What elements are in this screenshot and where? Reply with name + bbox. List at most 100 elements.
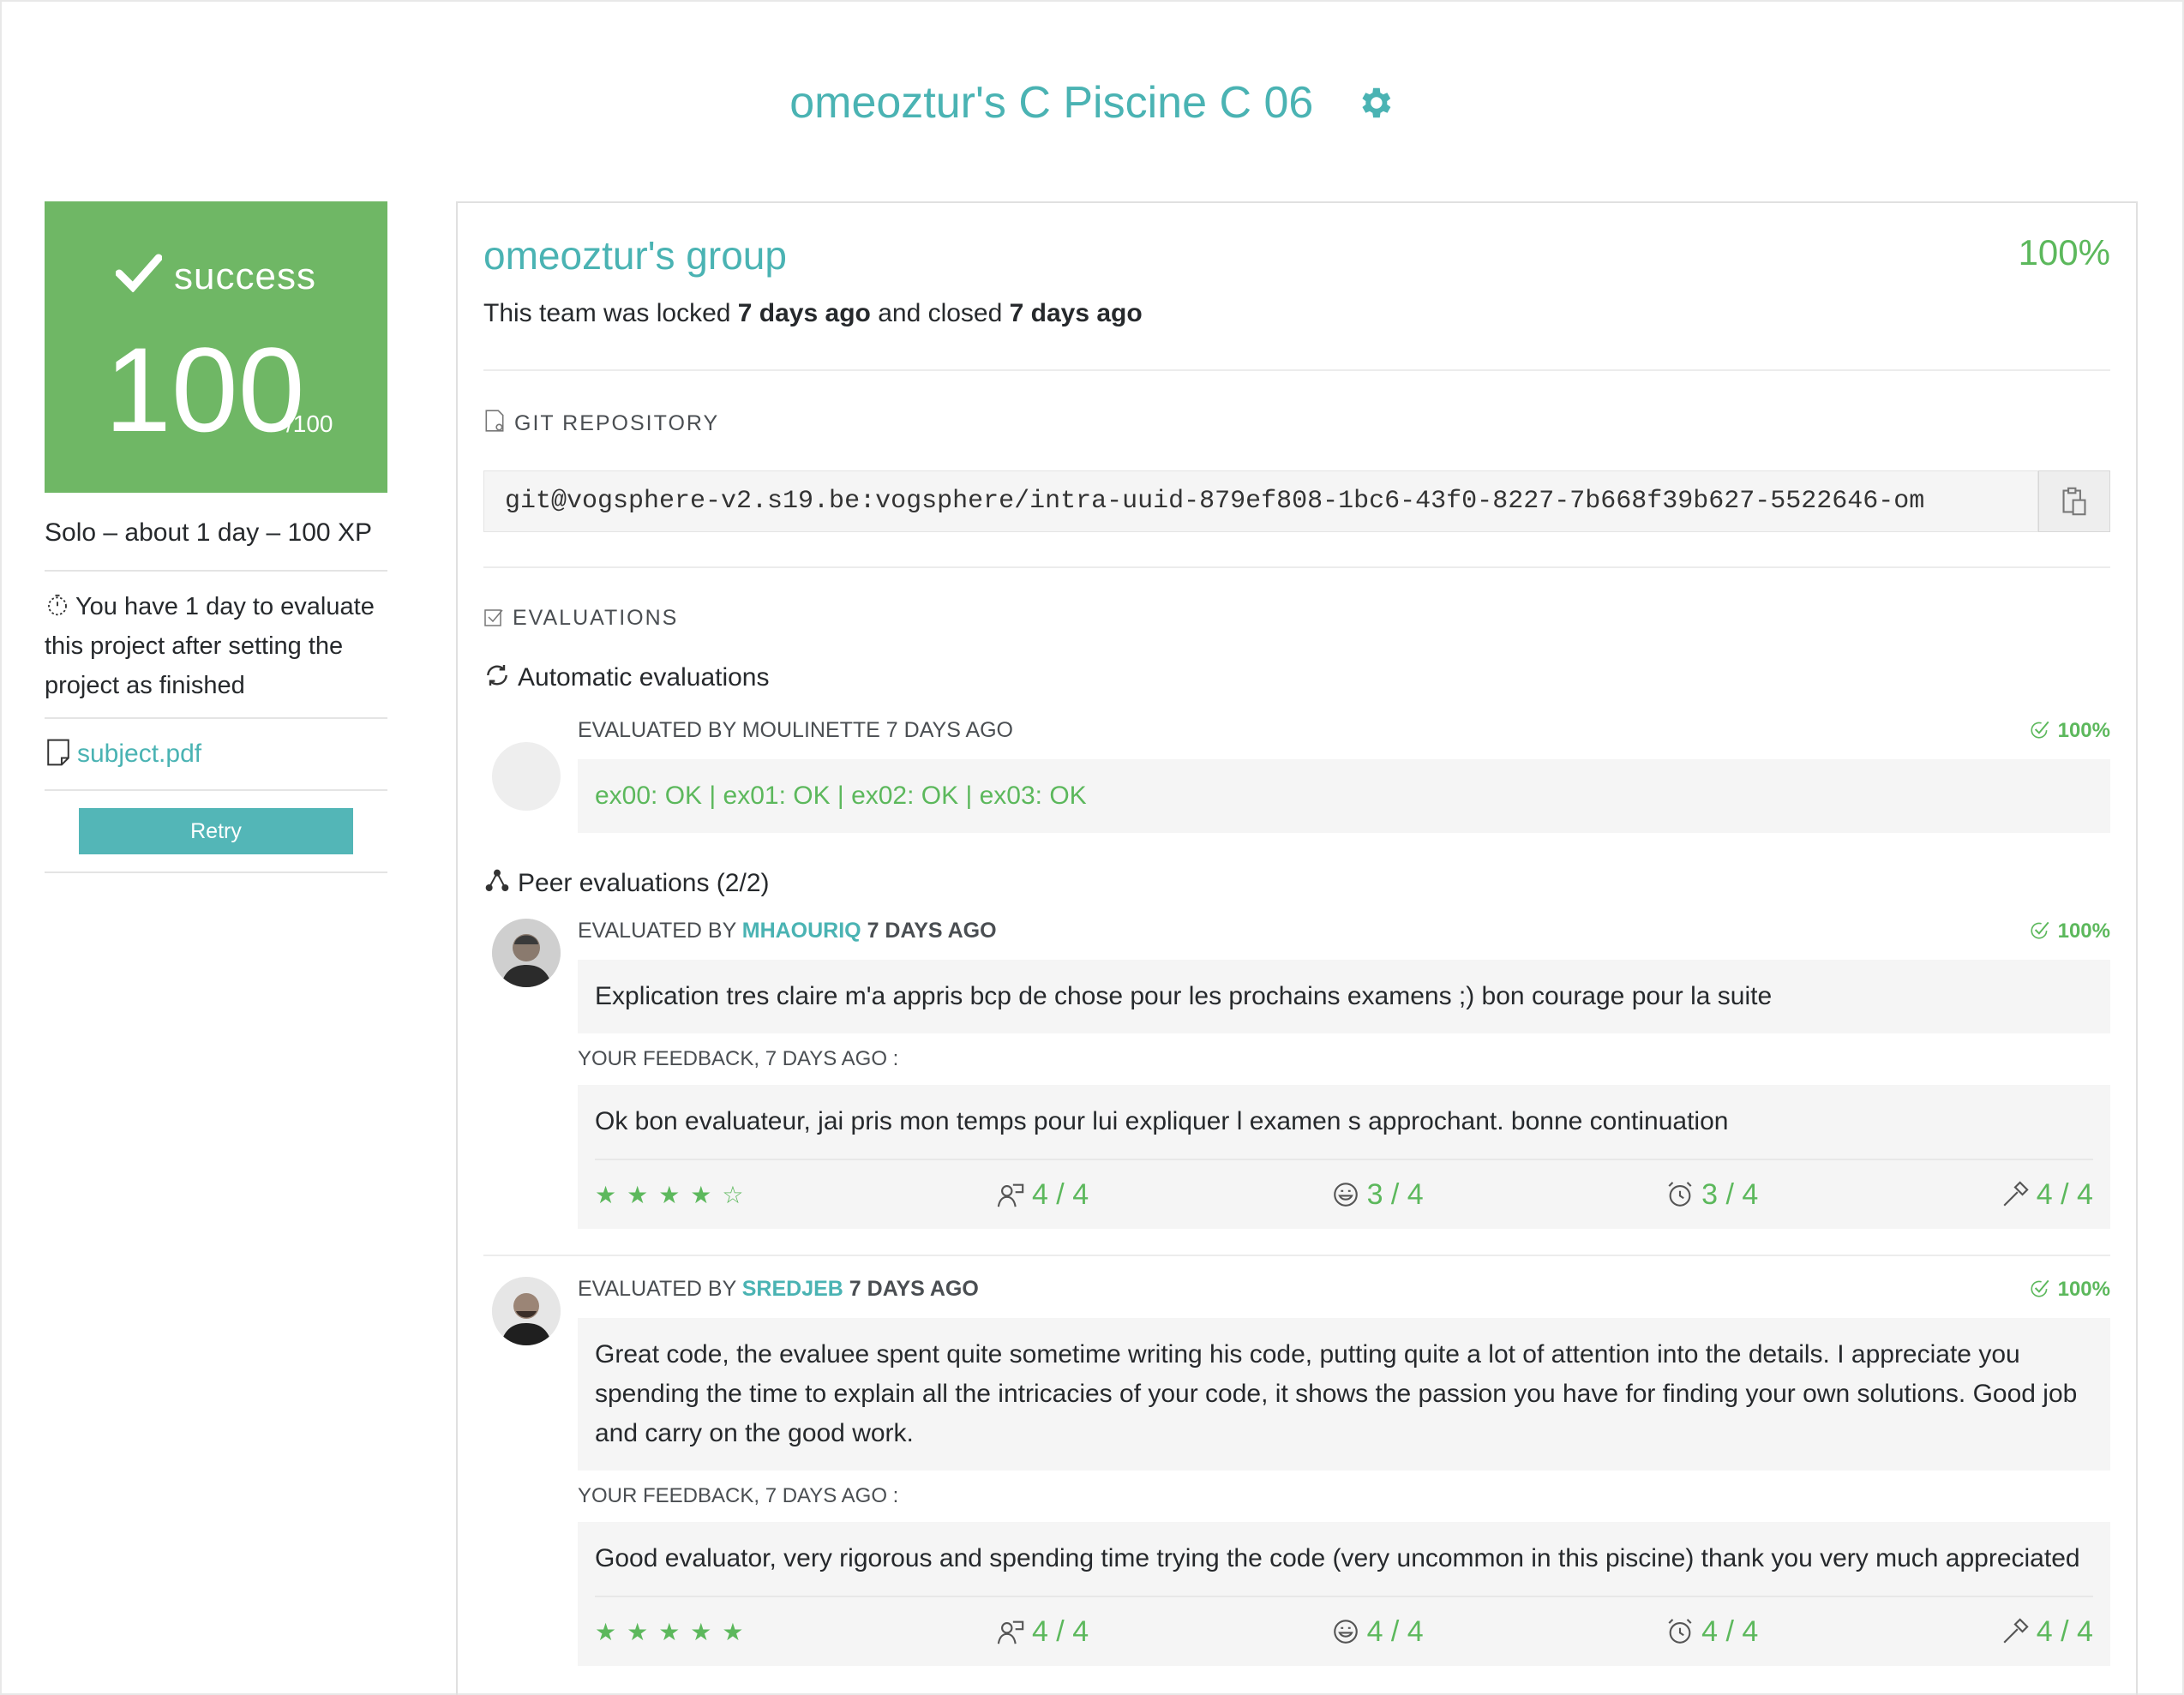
rating-explanation: 4 / 4 xyxy=(996,1615,1089,1649)
check-circle-icon xyxy=(2031,721,2049,739)
feedback-text: Good evaluator, very rigorous and spendi… xyxy=(595,1539,2093,1597)
feedback-ratings: ★★★★☆ 4 / 4 3 / 4 3 / 4 4 / 4 xyxy=(595,1160,2093,1229)
score-max: /100 xyxy=(286,410,333,437)
team-lock-status: This team was locked 7 days ago and clos… xyxy=(483,280,2110,371)
star-rating: ★★★★★ xyxy=(595,1618,754,1645)
closed-ago: 7 days ago xyxy=(1009,299,1143,327)
page-title: omeoztur's C Piscine C 06 xyxy=(789,78,1314,128)
feedback-ratings: ★★★★★ 4 / 4 4 / 4 4 / 4 4 / 4 xyxy=(595,1597,2093,1666)
rating-rigor: 4 / 4 xyxy=(2001,1615,2093,1649)
peer-evaluations-heading: Peer evaluations (2/2) xyxy=(483,867,2110,898)
project-meta: Solo – about 1 day – 100 XP xyxy=(45,493,387,572)
evaluations-section: EVALUATIONS Automatic evaluations EVALUA… xyxy=(483,568,2110,1666)
evaluations-label-text: EVALUATIONS xyxy=(513,606,679,630)
git-label-text: GIT REPOSITORY xyxy=(514,411,720,435)
teacher-icon xyxy=(997,1183,1024,1207)
moulinette-avatar xyxy=(492,742,561,811)
evaluation-ago: 7 DAYS AGO xyxy=(843,1277,979,1301)
hammer-icon xyxy=(2003,1181,2029,1207)
evaluation-timer-note: You have 1 day to evaluate this project … xyxy=(45,572,387,719)
rating-value: 4 / 4 xyxy=(1366,1614,1424,1648)
rating-punctuality: 4 / 4 xyxy=(1665,1615,1758,1649)
feedback-box: Ok bon evaluateur, jai pris mon temps po… xyxy=(578,1085,2110,1229)
hammer-icon xyxy=(2003,1618,2029,1644)
evaluation-grade: 100% xyxy=(2029,919,2110,943)
rating-value: 4 / 4 xyxy=(1031,1614,1089,1648)
smile-icon xyxy=(1333,1183,1358,1207)
page-header: omeoztur's C Piscine C 06 xyxy=(0,77,2184,129)
copy-button[interactable] xyxy=(2038,470,2110,532)
avatar[interactable] xyxy=(492,1277,561,1345)
divider xyxy=(483,1255,2110,1256)
evaluations-label: EVALUATIONS xyxy=(483,606,2110,631)
rating-value: 3 / 4 xyxy=(1366,1177,1424,1211)
evaluator-login-link[interactable]: MHAOURIQ xyxy=(742,919,861,943)
avatar[interactable] xyxy=(492,919,561,987)
grade-text: 100% xyxy=(2057,719,2110,742)
network-icon xyxy=(485,869,509,891)
peer-heading-text: Peer evaluations (2/2) xyxy=(518,869,770,897)
rating-friendliness: 3 / 4 xyxy=(1331,1178,1424,1212)
automatic-evaluations-heading: Automatic evaluations xyxy=(483,662,2110,692)
evaluator-line: EVALUATED BY MOULINETTE 7 DAYS AGO xyxy=(578,718,1014,742)
moulinette-evaluation: EVALUATED BY MOULINETTE 7 DAYS AGO 100% … xyxy=(483,718,2110,833)
grade-text: 100% xyxy=(2057,1278,2110,1301)
rating-value: 4 / 4 xyxy=(1701,1614,1759,1648)
retry-button[interactable]: Retry xyxy=(79,808,353,854)
checkbox-icon xyxy=(484,609,503,626)
git-repository-label: GIT REPOSITORY xyxy=(483,409,2110,436)
teacher-icon xyxy=(997,1620,1024,1644)
check-circle-icon xyxy=(2031,921,2049,939)
smile-icon xyxy=(1333,1620,1358,1644)
evaluator-login-link[interactable]: SREDJEB xyxy=(742,1277,843,1301)
feedback-label: YOUR FEEDBACK, 7 DAYS AGO : xyxy=(578,1047,899,1070)
group-name: omeoztur's group xyxy=(483,233,787,278)
stopwatch-icon xyxy=(48,594,67,616)
evaluation-grade: 100% xyxy=(2029,1277,2110,1302)
retry-row: Retry xyxy=(45,791,387,873)
check-circle-icon xyxy=(2031,1279,2049,1297)
subject-pdf-link[interactable]: subject.pdf xyxy=(77,740,201,768)
alarm-clock-icon xyxy=(1668,1182,1692,1207)
file-git-icon xyxy=(485,410,504,432)
status-text: success xyxy=(174,255,316,297)
git-repository-section: GIT REPOSITORY git@vogsphere-v2.s19.be:v… xyxy=(483,371,2110,568)
evaluated-by-prefix: EVALUATED BY xyxy=(578,919,742,943)
moulinette-result: ex00: OK | ex01: OK | ex02: OK | ex03: O… xyxy=(578,759,2110,833)
rating-punctuality: 3 / 4 xyxy=(1665,1178,1758,1212)
check-icon xyxy=(115,254,163,293)
evaluation-ago: 7 DAYS AGO xyxy=(861,919,997,943)
team-panel: omeoztur's group 100% This team was lock… xyxy=(456,201,2138,1695)
final-score: 100 xyxy=(105,322,305,457)
rating-explanation: 4 / 4 xyxy=(996,1178,1089,1212)
evaluator-comment: Great code, the evaluee spent quite some… xyxy=(578,1318,2110,1470)
feedback-label: YOUR FEEDBACK, 7 DAYS AGO : xyxy=(578,1484,899,1507)
peer-evaluation: EVALUATED BY MHAOURIQ 7 DAYS AGO 100% Ex… xyxy=(483,919,2110,1229)
subject-row: subject.pdf xyxy=(45,719,387,791)
star-rating: ★★★★☆ xyxy=(595,1181,754,1208)
status-label: success xyxy=(45,253,387,298)
evaluator-comment: Explication tres claire m'a appris bcp d… xyxy=(578,960,2110,1033)
file-icon xyxy=(47,739,69,766)
evaluation-grade: 100% xyxy=(2029,718,2110,743)
peer-evaluation: EVALUATED BY SREDJEB 7 DAYS AGO 100% Gre… xyxy=(483,1277,2110,1666)
evaluated-by-prefix: EVALUATED BY xyxy=(578,1277,742,1301)
rating-friendliness: 4 / 4 xyxy=(1331,1615,1424,1649)
group-header: omeoztur's group 100% xyxy=(483,203,2110,280)
git-url-row: git@vogsphere-v2.s19.be:vogsphere/intra-… xyxy=(483,470,2110,532)
rating-value: 4 / 4 xyxy=(1031,1177,1089,1211)
lock-prefix: This team was locked xyxy=(483,299,738,327)
auto-heading-text: Automatic evaluations xyxy=(518,663,770,692)
grade-text: 100% xyxy=(2057,919,2110,943)
evaluation-header: EVALUATED BY SREDJEB 7 DAYS AGO 100% xyxy=(578,1277,2110,1304)
git-url-field[interactable]: git@vogsphere-v2.s19.be:vogsphere/intra-… xyxy=(483,470,2038,532)
feedback-text: Ok bon evaluateur, jai pris mon temps po… xyxy=(595,1102,2093,1160)
rating-value: 4 / 4 xyxy=(2036,1614,2093,1648)
evaluation-header: EVALUATED BY MHAOURIQ 7 DAYS AGO 100% xyxy=(578,919,2110,946)
group-percent: 100% xyxy=(2018,232,2110,273)
rating-rigor: 4 / 4 xyxy=(2001,1178,2093,1212)
gear-icon[interactable] xyxy=(1355,83,1395,123)
project-summary: success 100 /100 Solo – about 1 day – 10… xyxy=(45,201,387,873)
timer-text: You have 1 day to evaluate this project … xyxy=(45,593,375,699)
evaluation-header: EVALUATED BY MOULINETTE 7 DAYS AGO 100% xyxy=(578,718,2110,746)
